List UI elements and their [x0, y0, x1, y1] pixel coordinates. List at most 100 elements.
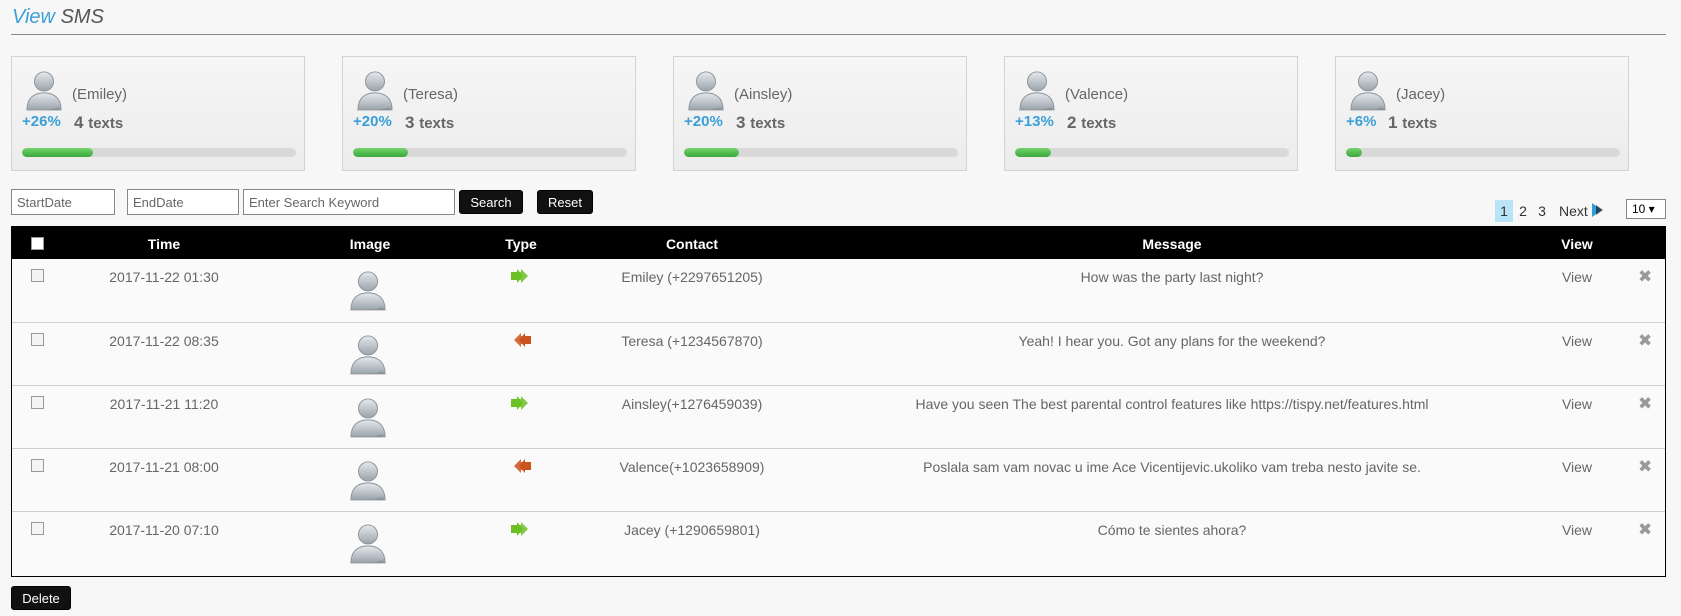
- row-checkbox[interactable]: [31, 333, 44, 346]
- close-icon[interactable]: ✖: [1638, 267, 1652, 287]
- reset-button[interactable]: Reset: [537, 190, 593, 214]
- column-header-contact: Contact: [665, 236, 719, 252]
- stat-count: 4 texts: [74, 113, 123, 133]
- stat-count: 3 texts: [405, 113, 454, 133]
- stat-count: 3 texts: [736, 113, 785, 133]
- row-contact: Jacey (+1290659801): [624, 522, 760, 538]
- row-checkbox[interactable]: [31, 459, 44, 472]
- user-avatar-icon: [349, 333, 387, 378]
- user-avatar-icon: [1349, 69, 1387, 116]
- row-message: How was the party last night?: [1080, 269, 1264, 285]
- stat-card: (Valence) +13% 2 texts: [1004, 56, 1298, 171]
- table-row: 2017-11-22 01:30 Emiley (+2297651205) How …: [12, 259, 1665, 322]
- row-message: Yeah! I hear you. Got any plans for the …: [1018, 333, 1326, 349]
- column-header-time: Time: [147, 236, 181, 252]
- stat-progress-fill: [353, 148, 408, 157]
- stat-percent: +13%: [1015, 113, 1054, 130]
- incoming-arrow-icon: [511, 459, 531, 476]
- user-avatar-icon: [687, 69, 725, 116]
- row-view-link[interactable]: View: [1562, 269, 1592, 285]
- search-button[interactable]: Search: [459, 190, 523, 214]
- table-header: Time Image Type Contact Message View: [12, 227, 1665, 259]
- column-header-image: Image: [349, 236, 391, 252]
- stat-count-value: 1: [1388, 113, 1398, 132]
- start-date-input[interactable]: [11, 189, 115, 215]
- sms-table: Time Image Type Contact Message View 201…: [11, 226, 1666, 577]
- end-date-input[interactable]: [127, 189, 239, 215]
- stat-percent: +20%: [353, 113, 392, 130]
- stat-card: (Teresa) +20% 3 texts: [342, 56, 636, 171]
- row-time: 2017-11-22 08:35: [109, 333, 219, 349]
- title-divider: [11, 34, 1666, 35]
- outgoing-arrow-icon: [511, 522, 531, 539]
- stat-card: (Emiley) +26% 4 texts: [11, 56, 305, 171]
- stat-progress-fill: [22, 148, 94, 157]
- row-message: Poslala sam vam novac u ime Ace Vicentij…: [923, 459, 1421, 475]
- search-keyword-input[interactable]: [243, 189, 455, 215]
- close-icon[interactable]: ✖: [1638, 520, 1652, 540]
- stat-percent: +26%: [22, 113, 61, 130]
- per-page-select[interactable]: 10 ▾: [1626, 199, 1666, 219]
- column-header-view: View: [1561, 236, 1593, 252]
- table-row: 2017-11-21 08:00 Valence(+1023658909) Posl…: [12, 448, 1665, 512]
- row-checkbox[interactable]: [31, 269, 44, 282]
- row-checkbox[interactable]: [31, 396, 44, 409]
- row-message: Cómo te sientes ahora?: [1097, 522, 1247, 538]
- stat-count-unit: texts: [1402, 115, 1438, 132]
- user-avatar-icon: [349, 522, 387, 567]
- user-avatar-icon: [349, 459, 387, 504]
- close-icon[interactable]: ✖: [1638, 331, 1652, 351]
- column-header-message: Message: [1142, 236, 1202, 252]
- stat-progress-bar: [22, 148, 296, 157]
- next-page-link[interactable]: Next: [1559, 200, 1604, 222]
- table-row: 2017-11-20 07:10 Jacey (+1290659801) Cómo …: [12, 511, 1665, 575]
- pagination: 1 2 3 Next: [1495, 200, 1615, 222]
- stat-count-unit: texts: [750, 115, 786, 132]
- stat-contact-name: (Teresa): [403, 86, 459, 103]
- page-title: View SMS: [12, 6, 104, 29]
- stat-contact-name: (Ainsley): [734, 86, 793, 103]
- table-row: 2017-11-22 08:35 Teresa (+1234567870) Yeah…: [12, 322, 1665, 386]
- stat-progress-bar: [353, 148, 627, 157]
- stat-progress-bar: [1346, 148, 1620, 157]
- stat-contact-name: (Jacey): [1396, 86, 1446, 103]
- page-title-rest: SMS: [60, 6, 104, 28]
- stat-count: 1 texts: [1388, 113, 1437, 133]
- stat-percent: +20%: [684, 113, 723, 130]
- row-view-link[interactable]: View: [1562, 522, 1592, 538]
- outgoing-arrow-icon: [511, 396, 531, 413]
- next-arrow-icon: [1591, 201, 1604, 223]
- stat-progress-bar: [684, 148, 958, 157]
- row-view-link[interactable]: View: [1562, 459, 1592, 475]
- stat-count-unit: texts: [419, 115, 455, 132]
- stat-count-unit: texts: [88, 115, 124, 132]
- select-all-checkbox[interactable]: [31, 237, 44, 250]
- stat-contact-name: (Valence): [1065, 86, 1129, 103]
- row-contact: Teresa (+1234567870): [621, 333, 763, 349]
- row-message: Have you seen The best parental control …: [915, 396, 1429, 412]
- row-view-link[interactable]: View: [1562, 333, 1592, 349]
- stat-count-value: 3: [405, 113, 415, 132]
- page-link-1[interactable]: 1: [1495, 200, 1513, 222]
- user-avatar-icon: [25, 69, 63, 116]
- incoming-arrow-icon: [511, 333, 531, 350]
- page-link-3[interactable]: 3: [1533, 200, 1551, 222]
- row-time: 2017-11-22 01:30: [109, 269, 219, 285]
- close-icon[interactable]: ✖: [1638, 457, 1652, 477]
- row-time: 2017-11-20 07:10: [109, 522, 219, 538]
- table-row: 2017-11-21 11:20 Ainsley(+1276459039) Have…: [12, 385, 1665, 449]
- next-label: Next: [1559, 203, 1588, 219]
- row-view-link[interactable]: View: [1562, 396, 1592, 412]
- row-contact: Emiley (+2297651205): [621, 269, 763, 285]
- stat-card: (Ainsley) +20% 3 texts: [673, 56, 967, 171]
- stat-progress-fill: [1015, 148, 1051, 157]
- user-avatar-icon: [349, 396, 387, 441]
- delete-button[interactable]: Delete: [11, 586, 71, 610]
- row-contact: Ainsley(+1276459039): [621, 396, 763, 412]
- page-link-2[interactable]: 2: [1514, 200, 1532, 222]
- row-checkbox[interactable]: [31, 522, 44, 535]
- close-icon[interactable]: ✖: [1638, 394, 1652, 414]
- stat-progress-fill: [684, 148, 739, 157]
- row-contact: Valence(+1023658909): [619, 459, 765, 475]
- stat-progress-bar: [1015, 148, 1289, 157]
